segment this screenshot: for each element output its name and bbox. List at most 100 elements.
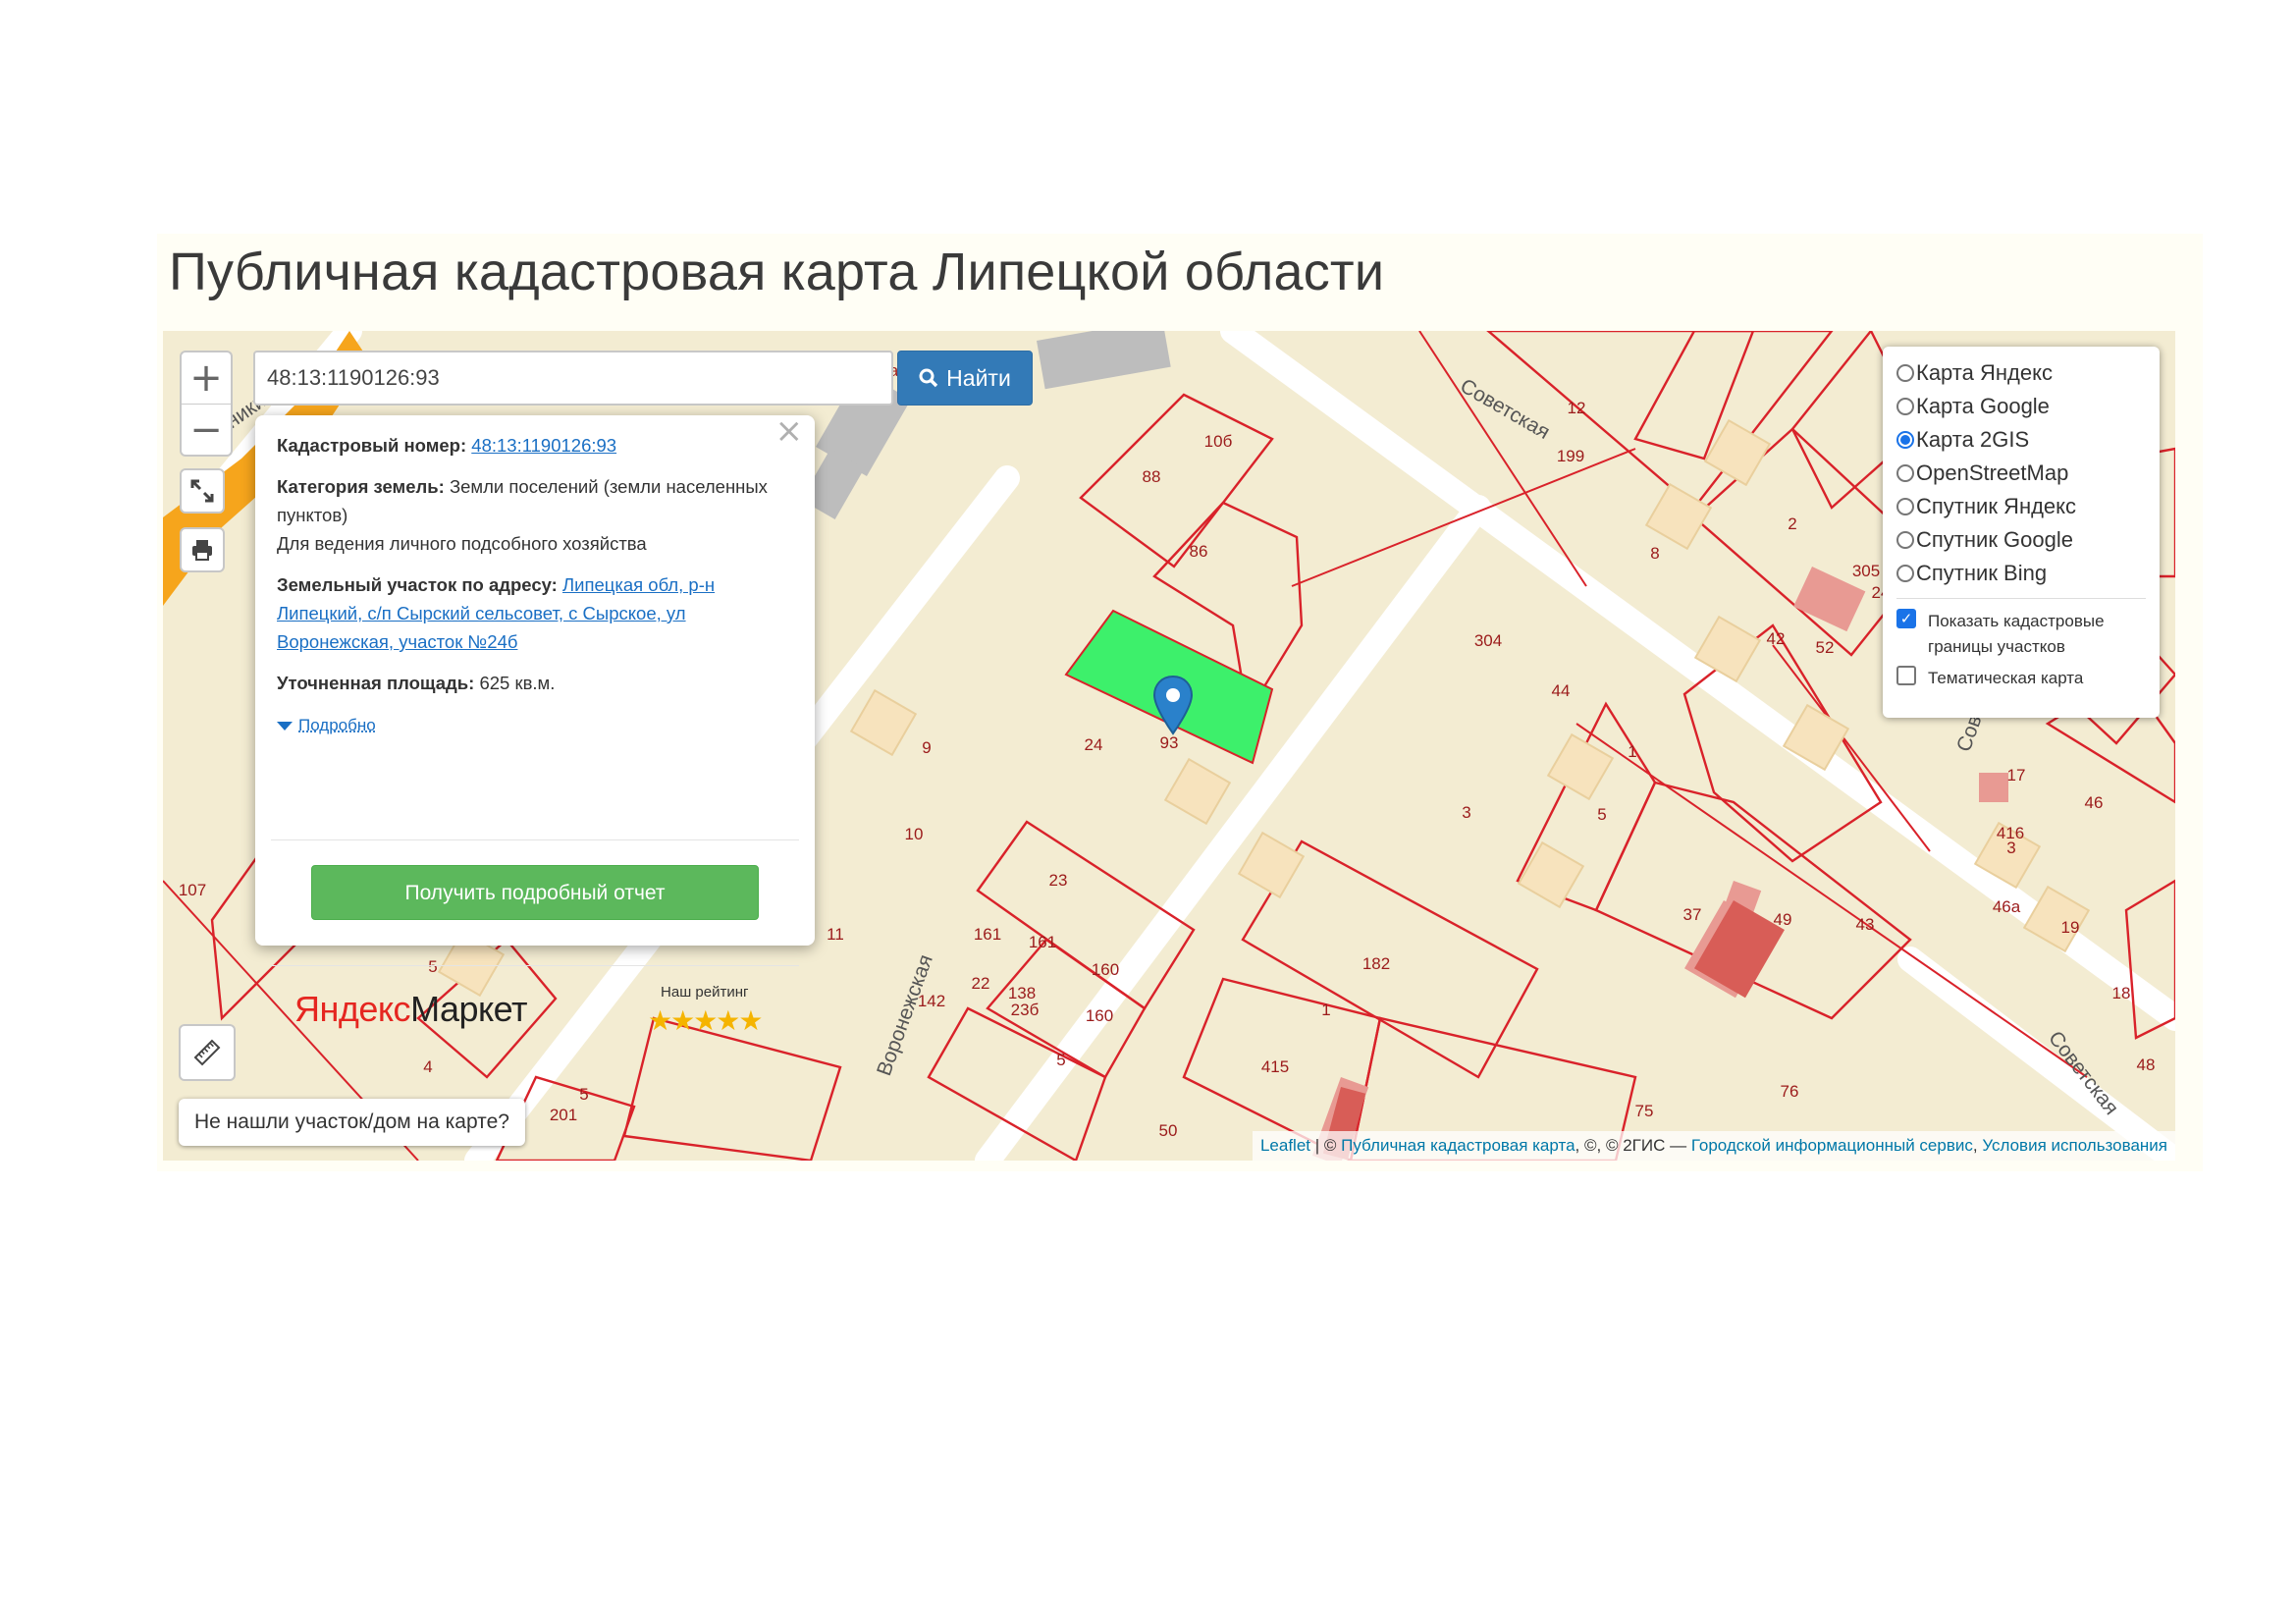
base-layer-radio[interactable] [1896, 464, 1914, 482]
page-title: Публичная кадастровая карта Липецкой обл… [169, 243, 1385, 301]
parcel-number: 182 [1362, 954, 1390, 973]
close-icon[interactable]: × [775, 414, 804, 448]
parcel-number: 5 [1056, 1051, 1065, 1069]
area-label: Уточненная площадь: [277, 673, 475, 693]
ruler-icon [193, 1039, 221, 1066]
parcel-outline [1079, 393, 1274, 568]
dgis-link[interactable]: Городской информационный сервис [1691, 1136, 1973, 1156]
base-layer-radio[interactable] [1896, 364, 1914, 382]
parcel-number: 46а [1993, 897, 2021, 916]
address-label: Земельный участок по адресу: [277, 574, 558, 595]
base-layer-label: Спутник Bing [1916, 561, 2048, 585]
parcel-number: 1 [1321, 1001, 1330, 1019]
more-details-link[interactable]: Подробно [298, 716, 376, 734]
cadastral-map-link[interactable]: Публичная кадастровая карта [1341, 1136, 1575, 1156]
base-layer-label: Спутник Яндекс [1916, 494, 2077, 518]
more-details-toggle[interactable]: Подробно [277, 710, 793, 739]
parcel-number: 5 [428, 957, 437, 976]
parcel-number: 46 [2085, 793, 2104, 812]
location-marker-icon[interactable] [1151, 675, 1195, 737]
base-layer-radio[interactable] [1896, 498, 1914, 515]
rating-badge[interactable]: Наш рейтинг ★★★★★ [648, 978, 764, 1037]
base-layer-option[interactable]: Карта Google [1896, 390, 2146, 423]
search-button[interactable]: Найти [897, 351, 1033, 406]
not-found-button[interactable]: Не нашли участок/дом на карте? [179, 1099, 525, 1146]
base-layer-option[interactable]: Спутник Google [1896, 523, 2146, 557]
ruler-button[interactable] [179, 1024, 236, 1081]
parcel-number: 3 [2006, 839, 2015, 857]
parcel-number: 18 [2112, 984, 2131, 1002]
parcel-outline [622, 1016, 842, 1161]
parcel-number: 48 [2137, 1056, 2156, 1074]
base-layer-option[interactable]: OpenStreetMap [1896, 457, 2146, 490]
base-layer-radio[interactable] [1896, 531, 1914, 549]
parcel-number: 52 [1816, 638, 1835, 657]
base-layer-label: Карта Яндекс [1916, 360, 2053, 385]
parcel-number: 24 [1085, 735, 1103, 754]
leaflet-link[interactable]: Leaflet [1260, 1136, 1310, 1156]
cadastral-map[interactable]: 24а10б88869324910112316116123б1601601382… [163, 331, 2175, 1161]
base-layer-option[interactable]: Карта Яндекс [1896, 356, 2146, 390]
logo-word-red: Яндекс [294, 989, 411, 1029]
house-tile [1163, 757, 1232, 826]
get-report-button[interactable]: Получить подробный отчет [311, 865, 759, 920]
parcel-number: 23 [1049, 871, 1068, 890]
house-tile [849, 688, 918, 757]
parcel-number: 44 [1552, 681, 1571, 700]
base-layer-label: Спутник Google [1916, 527, 2073, 552]
attribution-mid: , ©, © 2ГИС — [1575, 1136, 1691, 1155]
terms-link[interactable]: Условия использования [1982, 1136, 2167, 1156]
parcel-number: 1 [1628, 742, 1636, 761]
cadastral-number-link[interactable]: 48:13:1190126:93 [471, 435, 616, 456]
parcel-number: 10 [905, 825, 924, 843]
rating-stars-icon: ★★★★★ [648, 1004, 764, 1037]
base-layer-option[interactable]: Спутник Bing [1896, 557, 2146, 590]
parcel-number: 8 [1650, 544, 1659, 563]
parcel-number: 107 [179, 881, 206, 899]
base-layer-radio[interactable] [1896, 565, 1914, 582]
parcel-number: 17 [2007, 766, 2026, 785]
parcel-number: 49 [1774, 910, 1792, 929]
base-layer-radio[interactable] [1896, 431, 1914, 449]
parcel-number: 415 [1261, 1057, 1289, 1076]
parcel-number: 42 [1767, 629, 1786, 648]
print-icon [192, 540, 212, 561]
base-layer-list: Карта Яндекс Карта Google Карта 2GIS OpenSt… [1896, 356, 2146, 590]
building-pink [1979, 773, 2008, 802]
cadastral-number-label: Кадастровый номер: [277, 435, 467, 456]
zoom-in-button[interactable]: + [182, 352, 231, 404]
land-usage-value: Для ведения личного подсобного хозяйства [277, 533, 647, 554]
street-name: Сов [1952, 712, 1987, 755]
parcel-number: 86 [1190, 542, 1208, 561]
parcel-number: 199 [1557, 447, 1584, 465]
zoom-out-button[interactable]: − [182, 404, 231, 456]
zoom-control: + − [180, 351, 233, 457]
parcel-number: 160 [1092, 960, 1119, 979]
parcel-number: 305 [1852, 562, 1880, 580]
yandex-market-logo[interactable]: ЯндексМаркет [294, 992, 527, 1027]
parcel-number: 23б [1011, 1001, 1040, 1019]
base-layer-option[interactable]: Спутник Яндекс [1896, 490, 2146, 523]
house-tile [1517, 840, 1585, 909]
layer-switcher: Карта Яндекс Карта Google Карта 2GIS OpenSt… [1883, 347, 2160, 718]
map-attribution: Leaflet | © Публичная кадастровая карта … [1252, 1131, 2175, 1161]
house-tile [1237, 831, 1306, 899]
fullscreen-button[interactable] [180, 468, 225, 514]
thematic-map-label: Тематическая карта [1928, 669, 2084, 687]
cadastral-borders-checkbox[interactable]: ✓ [1896, 609, 1916, 628]
fullscreen-icon [190, 479, 214, 503]
base-layer-radio[interactable] [1896, 398, 1914, 415]
cadastral-search-input[interactable] [253, 351, 893, 406]
logo-word-black: Маркет [410, 989, 527, 1029]
thematic-map-checkbox[interactable] [1896, 666, 1916, 685]
parcel-number: 161 [1029, 933, 1056, 951]
search-icon [919, 368, 938, 388]
land-category-label: Категория земель: [277, 476, 445, 497]
attribution-sep: | © [1310, 1136, 1342, 1155]
base-layer-label: Карта Google [1916, 394, 2050, 418]
print-button[interactable] [180, 527, 225, 572]
parcel-number: 9 [922, 738, 931, 757]
base-layer-option[interactable]: Карта 2GIS [1896, 423, 2146, 457]
thematic-map-toggle[interactable]: Тематическая карта [1896, 666, 2146, 691]
cadastral-borders-toggle[interactable]: ✓ Показать кадастровые границы участков [1896, 609, 2146, 660]
